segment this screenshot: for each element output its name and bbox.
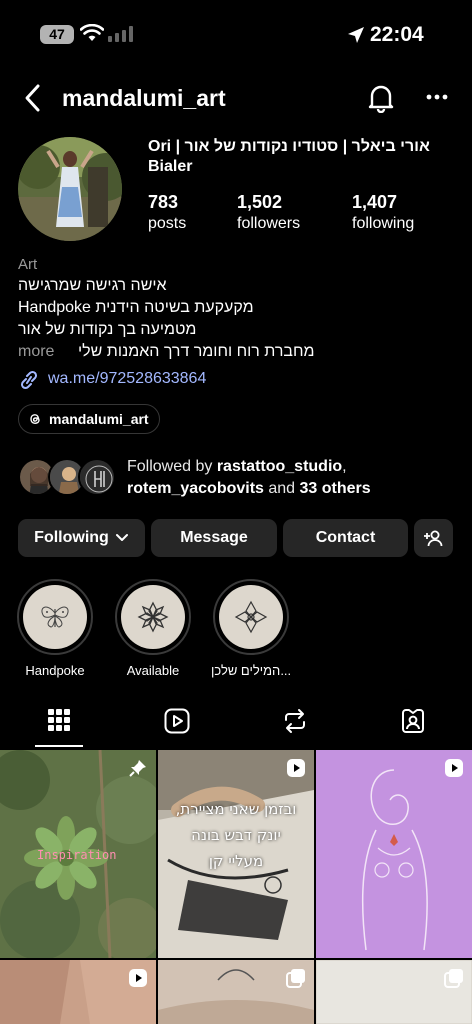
contact-button[interactable]: Contact xyxy=(283,519,408,557)
reel-icon xyxy=(287,759,305,777)
pin-icon xyxy=(129,760,146,777)
message-button[interactable]: Message xyxy=(151,519,277,557)
mutual-avatar xyxy=(78,458,116,496)
profile-link-text[interactable]: wa.me/972528633864 xyxy=(48,370,206,388)
post-thumbnail[interactable]: ובזמן שאני מציירת, יונק דבש בונה מעליי ק… xyxy=(158,750,314,958)
post-overlay-text: Inspiration xyxy=(37,848,117,862)
profile-username: mandalumi_art xyxy=(62,85,226,111)
location-arrow-icon xyxy=(348,27,364,43)
bio-more-link[interactable]: more xyxy=(18,343,54,361)
following-button-label: Following xyxy=(34,529,109,546)
post-thumbnail[interactable] xyxy=(0,960,156,1024)
add-person-icon xyxy=(423,530,442,547)
highlight-ring xyxy=(115,579,191,655)
stat-posts-label: posts xyxy=(148,215,187,232)
highlight-label: המילים שלכן... xyxy=(211,663,292,678)
chevron-left-icon[interactable] xyxy=(22,82,44,114)
post-thumbnail[interactable] xyxy=(316,750,472,958)
post-thumbnail[interactable]: Inspiration xyxy=(0,750,156,958)
profile-nav-bar: mandalumi_art xyxy=(0,78,472,118)
highlight-ring xyxy=(17,579,93,655)
mutual-user-1[interactable]: rastattoo_studio xyxy=(217,458,342,475)
stat-following-count: 1,407 xyxy=(352,192,398,212)
bell-icon[interactable] xyxy=(367,83,395,113)
contact-button-label: Contact xyxy=(315,529,376,546)
bio-line: מחברת רוח וחומר דרך האמנות שלי xyxy=(78,343,315,360)
threads-icon xyxy=(30,414,40,425)
stat-followers[interactable]: 1,502 followers xyxy=(237,192,300,233)
wifi-icon xyxy=(80,24,104,41)
mandala-icon xyxy=(137,601,169,633)
tab-tagged[interactable] xyxy=(354,708,472,748)
post-thumbnail[interactable] xyxy=(316,960,472,1024)
profile-full-name: Ori | אורי ביאלר | סטודיו נקודות של אור … xyxy=(148,138,430,175)
followed-by-and: and xyxy=(263,480,300,497)
threads-handle: mandalumi_art xyxy=(49,411,149,427)
tagged-icon xyxy=(402,709,424,733)
stat-posts[interactable]: 783 posts xyxy=(148,192,186,233)
reels-icon xyxy=(164,708,190,734)
carousel-icon xyxy=(444,969,463,988)
tab-reposts[interactable] xyxy=(236,708,354,748)
mutual-others[interactable]: 33 others xyxy=(300,480,371,497)
bio-line: מטמיעה בך נקודות של אור xyxy=(18,321,197,338)
post-thumbnail[interactable] xyxy=(158,960,314,1024)
reel-icon xyxy=(445,759,463,777)
threads-badge[interactable]: mandalumi_art xyxy=(18,404,160,434)
mutual-user-2[interactable]: rotem_yacobovits xyxy=(127,480,264,497)
following-button[interactable]: Following xyxy=(18,519,145,557)
butterfly-icon xyxy=(41,606,69,628)
bio-line: אישה רגישה שמרגישה xyxy=(18,277,167,294)
message-button-label: Message xyxy=(180,529,248,546)
highlight-label: Available xyxy=(126,663,180,678)
stat-following[interactable]: 1,407 following xyxy=(352,192,414,233)
reposts-icon xyxy=(285,709,305,733)
highlight-item[interactable]: המילים שלכן... xyxy=(211,579,291,678)
tab-grid[interactable] xyxy=(0,708,118,748)
highlight-ring xyxy=(213,579,289,655)
post-overlay-text: ובזמן שאני מציירת, יונק דבש בונה מעליי ק… xyxy=(175,800,297,870)
bio-line: Handpoke מקעקעת בשיטה הידנית xyxy=(18,299,254,316)
profile-content-tabs xyxy=(0,700,472,748)
mutual-followers-avatars[interactable] xyxy=(18,458,118,496)
suggest-people-button[interactable] xyxy=(414,519,453,557)
cellular-signal-icon xyxy=(108,26,133,42)
highlight-item[interactable]: Handpoke xyxy=(15,579,95,678)
stat-followers-label: followers xyxy=(237,215,301,232)
stat-posts-count: 783 xyxy=(148,192,179,212)
active-tab-indicator xyxy=(35,745,83,747)
tab-reels[interactable] xyxy=(118,708,236,748)
clock: 22:04 xyxy=(370,23,424,46)
highlight-label: Handpoke xyxy=(25,663,85,678)
chevron-down-icon xyxy=(115,534,128,541)
status-bar: 47 22:04 xyxy=(0,0,472,70)
stat-following-label: following xyxy=(352,215,415,232)
followed-by-prefix: Followed by xyxy=(127,458,217,475)
link-icon xyxy=(20,370,38,390)
stat-followers-count: 1,502 xyxy=(237,192,283,212)
profile-avatar[interactable] xyxy=(18,137,122,241)
profile-category: Art xyxy=(18,256,38,273)
carousel-icon xyxy=(286,969,305,988)
battery-indicator: 47 xyxy=(40,25,74,44)
grid-icon xyxy=(48,709,70,731)
followed-by-text[interactable]: Followed by rastattoo_studio, rotem_yacob… xyxy=(127,456,457,500)
followed-by-separator: , xyxy=(342,458,347,475)
reel-icon xyxy=(129,969,147,987)
more-horizontal-icon[interactable] xyxy=(426,94,448,100)
mandala-icon xyxy=(234,600,268,634)
highlight-item[interactable]: Available xyxy=(113,579,193,678)
